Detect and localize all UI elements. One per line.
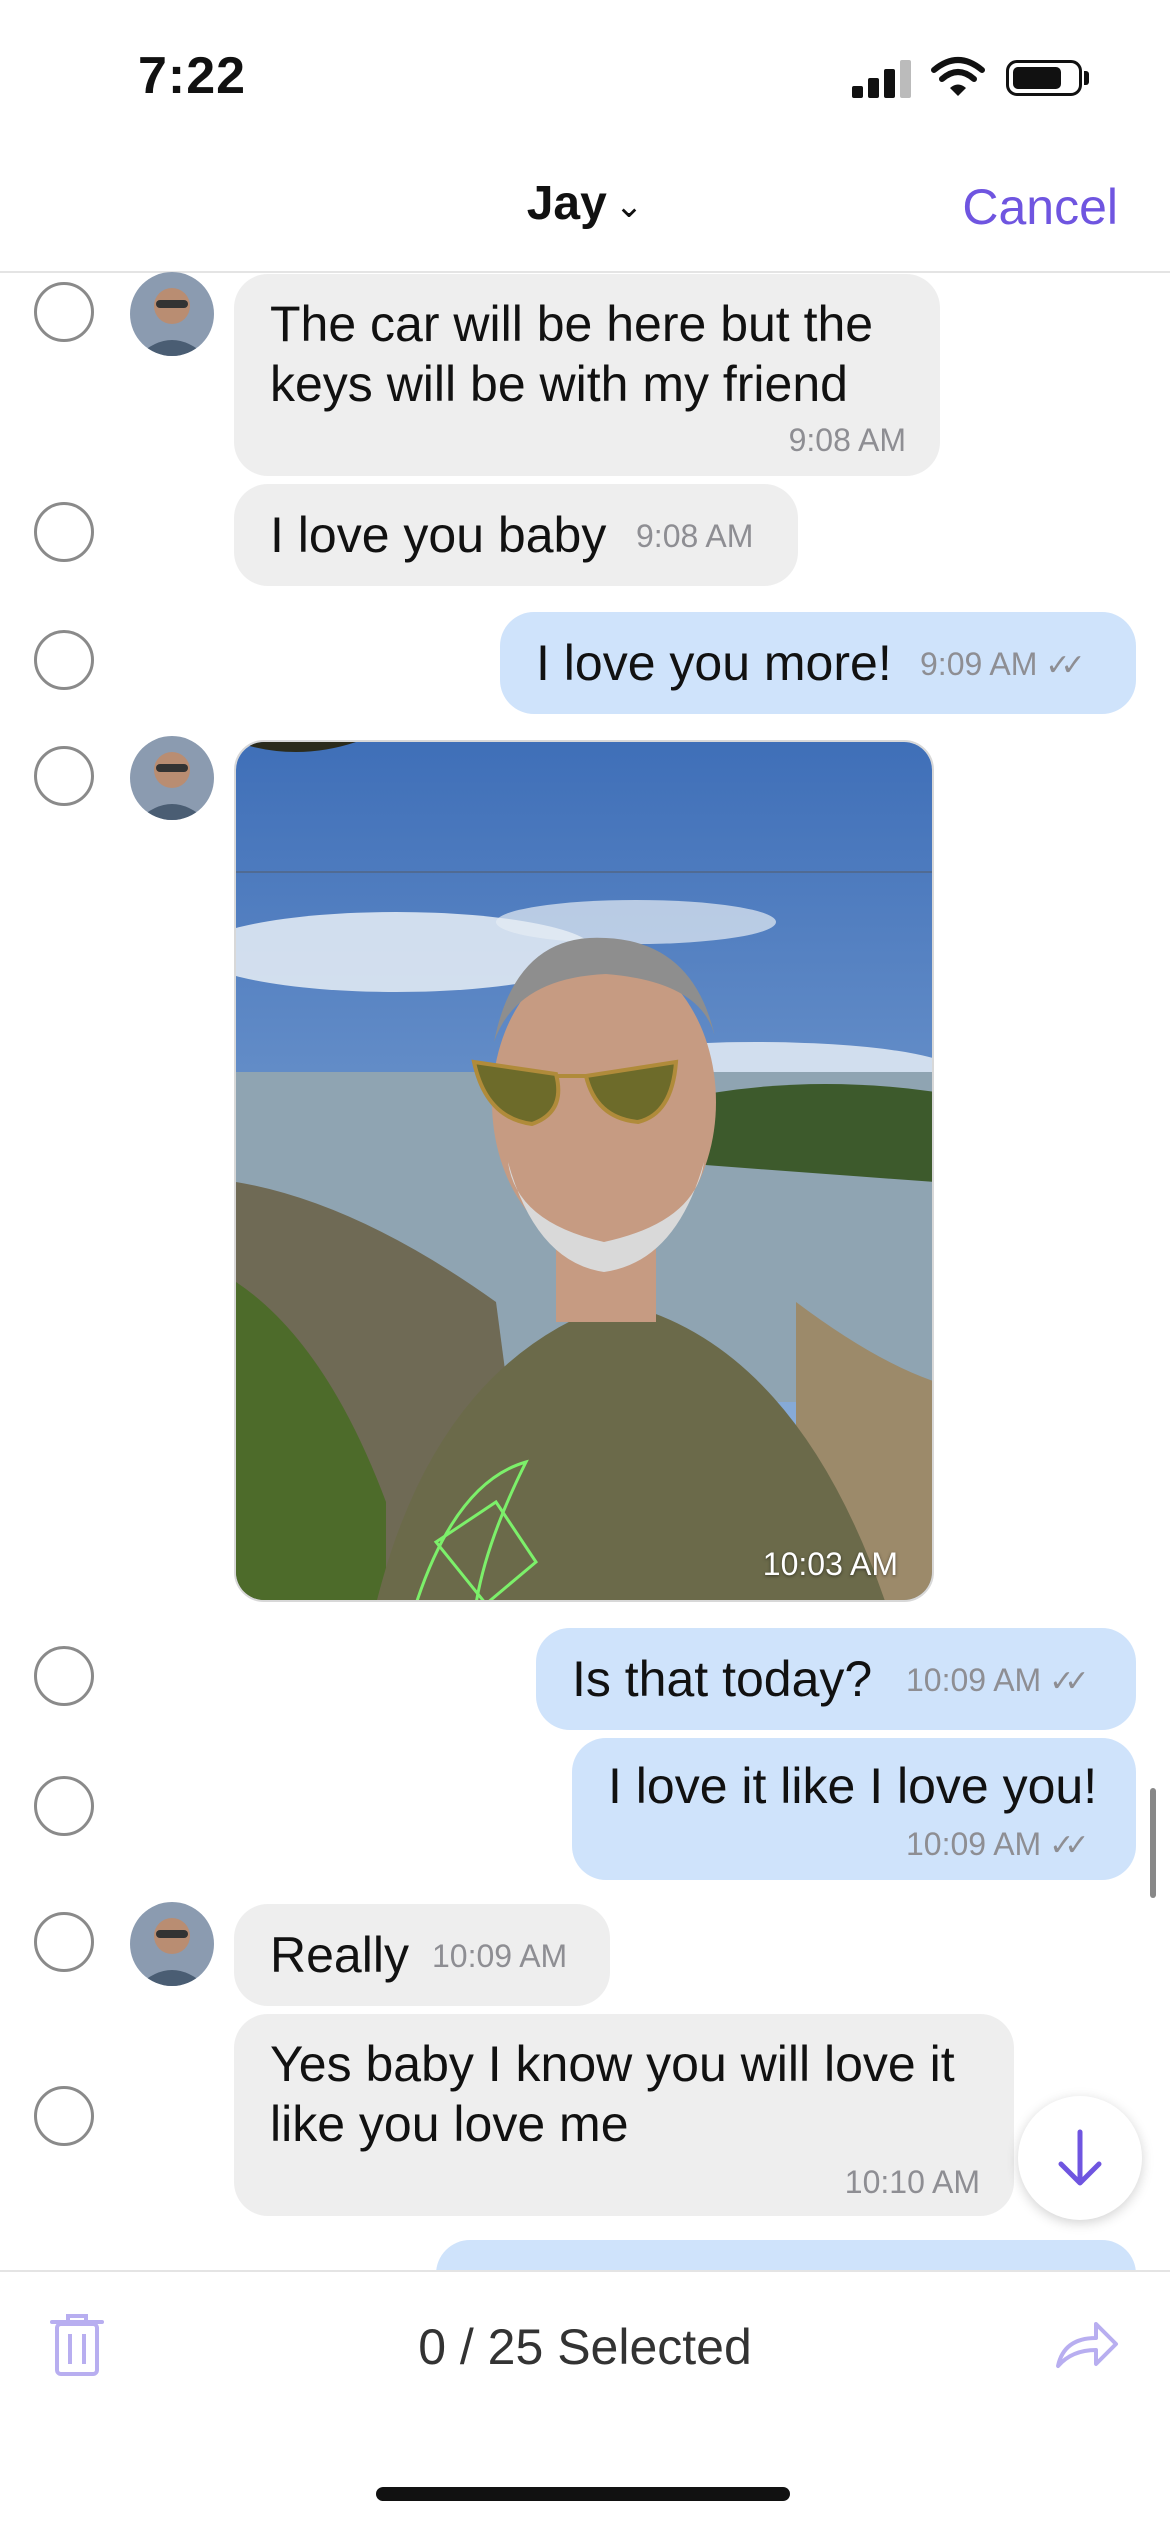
avatar[interactable] <box>130 272 214 356</box>
home-indicator <box>376 2487 790 2501</box>
message-meta: 10:09 AM ✓✓ <box>906 1826 1090 1863</box>
message-text: I love it like I love you! <box>608 1758 1098 1814</box>
toolbar-divider <box>0 2270 1170 2272</box>
forward-icon[interactable] <box>1054 2318 1120 2370</box>
message-text: like you love me <box>270 2096 629 2152</box>
select-circle[interactable] <box>34 746 94 806</box>
select-circle[interactable] <box>34 630 94 690</box>
message-text: I love you baby <box>270 507 607 563</box>
select-circle[interactable] <box>34 502 94 562</box>
message-text: Yes baby I know you will love it <box>270 2036 955 2092</box>
select-circle[interactable] <box>34 282 94 342</box>
message-bubble[interactable]: The car will be here but the keys will b… <box>234 274 940 476</box>
select-circle[interactable] <box>34 2086 94 2146</box>
battery-cap <box>1084 71 1089 85</box>
double-check-icon: ✓✓ <box>1049 1665 1089 1698</box>
message-text: The car will be here but the <box>270 296 874 352</box>
photo-message[interactable]: 10:03 AM <box>234 740 934 1602</box>
message-bubble[interactable]: I love you more! 9:09 AM ✓✓ <box>500 612 1136 714</box>
select-circle[interactable] <box>34 1646 94 1706</box>
message-text: keys will be with my friend <box>270 356 848 412</box>
avatar[interactable] <box>130 736 214 820</box>
message-meta: 10:09 AM ✓✓ <box>906 1662 1090 1699</box>
arrow-down-icon <box>1058 2129 1102 2186</box>
wifi-icon <box>931 57 985 96</box>
message-time: 10:09 AM <box>906 1826 1042 1862</box>
message-time: 10:09 AM <box>432 1938 568 1974</box>
select-circle[interactable] <box>34 1912 94 1972</box>
message-meta: 9:09 AM ✓✓ <box>920 646 1086 683</box>
cancel-button[interactable]: Cancel <box>962 178 1118 236</box>
message-time: 10:10 AM <box>844 2164 980 2200</box>
selected-count: 0 / 25 Selected <box>418 2319 752 2375</box>
message-text: I love you more! <box>536 635 892 691</box>
message-bubble[interactable]: Yes baby I know you will love it like yo… <box>234 2014 1014 2216</box>
contact-name: Jay <box>526 177 607 230</box>
message-time: 9:08 AM <box>788 422 906 458</box>
message-bubble[interactable]: Really 10:09 AM <box>234 1904 610 2006</box>
signal-icon <box>852 58 912 98</box>
message-text: Is that today? <box>572 1651 873 1707</box>
battery-icon <box>1006 60 1082 96</box>
scroll-to-bottom-button[interactable] <box>1018 2096 1142 2220</box>
selfie-photo <box>236 742 932 1600</box>
status-time: 7:22 <box>138 47 247 105</box>
scroll-indicator[interactable] <box>1150 1788 1156 1898</box>
message-bubble[interactable]: I love you baby 9:08 AM <box>234 484 798 586</box>
message-time: 10:09 AM <box>906 1662 1042 1698</box>
double-check-icon: ✓✓ <box>1049 1829 1089 1862</box>
double-check-icon: ✓✓ <box>1045 649 1085 682</box>
chevron-down-icon: ⌄ <box>614 187 644 225</box>
avatar[interactable] <box>130 1902 214 1986</box>
message-bubble[interactable]: Is that today? 10:09 AM ✓✓ <box>536 1628 1136 1730</box>
message-bubble[interactable]: I love it like I love you! 10:09 AM ✓✓ <box>572 1738 1136 1880</box>
select-circle[interactable] <box>34 1776 94 1836</box>
message-time: 9:09 AM <box>920 646 1038 682</box>
photo-time: 10:03 AM <box>762 1546 898 1582</box>
message-text: Really <box>270 1927 409 1983</box>
message-time: 9:08 AM <box>636 518 754 554</box>
